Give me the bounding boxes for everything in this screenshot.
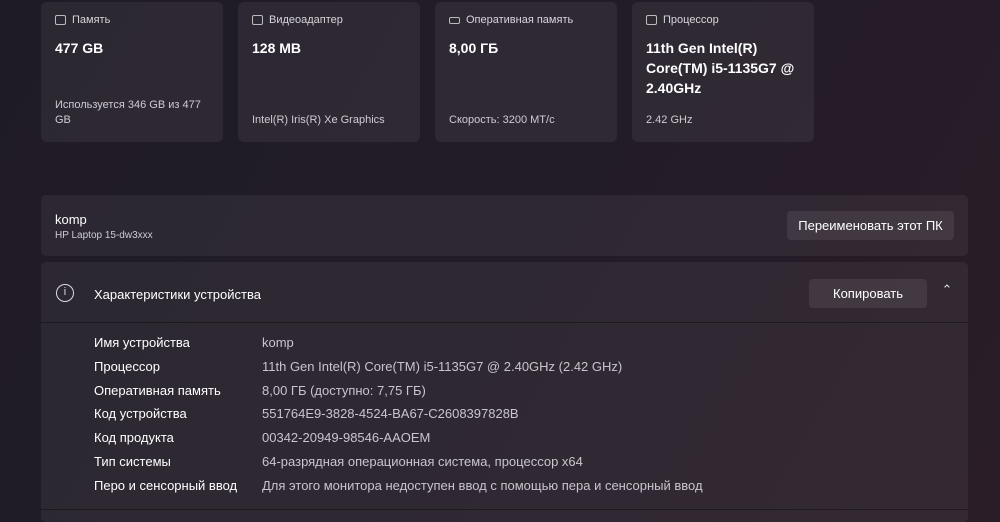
spec-value[interactable]: 00342-20949-98546-AAOEM — [262, 430, 430, 445]
spec-label: Код устройства — [94, 406, 187, 422]
spec-row: Тип системы 64-разрядная операционная сис… — [94, 454, 583, 469]
card-title: Оперативная память — [466, 14, 574, 26]
spec-value[interactable]: 551764E9-3828-4524-BA67-C2608397828B — [262, 406, 519, 421]
device-model: HP Laptop 15-dw3xxx — [55, 230, 153, 241]
spec-row: Оперативная память 8,00 ГБ (доступно: 7,7… — [94, 383, 426, 398]
spec-row: Процессор 11th Gen Intel(R) Core(TM) i5-1… — [94, 359, 622, 374]
spec-label: Код продукта — [94, 430, 174, 446]
spec-label: Перо и сенсорный ввод — [94, 477, 238, 493]
cpu-icon — [646, 15, 657, 25]
spec-row: Имя устройства komp — [94, 335, 294, 350]
ram-icon — [449, 16, 460, 24]
card-value: 11th Gen Intel(R) Core(TM) i5-1135G7 @ 2… — [646, 40, 795, 96]
info-icon: i — [56, 284, 74, 302]
storage-icon — [55, 15, 66, 25]
card-title: Видеоадаптер — [269, 14, 343, 26]
card-subtitle: 2.42 GHz — [646, 114, 693, 126]
spec-value[interactable]: Для этого монитора недоступен ввод с пом… — [262, 478, 703, 493]
card-subtitle: Intel(R) Iris(R) Xe Graphics — [252, 114, 385, 126]
rename-pc-button[interactable]: Переименовать этот ПК — [787, 211, 954, 240]
card-title: Память — [72, 14, 111, 26]
spec-value[interactable]: komp — [262, 335, 294, 350]
card-value: 128 MB — [252, 40, 302, 56]
gpu-card[interactable]: Видеоадаптер 128 MB Intel(R) Iris(R) Xe … — [238, 2, 420, 142]
spec-value[interactable]: 64-разрядная операционная система, проце… — [262, 454, 583, 469]
copy-button[interactable]: Копировать — [809, 279, 927, 308]
spec-label: Оперативная память — [94, 382, 221, 398]
spec-label: Процессор — [94, 358, 160, 374]
card-value: 8,00 ГБ — [449, 40, 499, 56]
spec-row: Код устройства 551764E9-3828-4524-BA67-C2… — [94, 406, 519, 421]
divider — [41, 509, 968, 510]
gpu-icon — [252, 15, 263, 25]
chevron-up-icon[interactable]: ⌃ — [937, 282, 957, 302]
spec-row: Перо и сенсорный ввод Для этого монитора … — [94, 478, 703, 493]
card-subtitle: Скорость: 3200 МТ/с — [449, 114, 555, 126]
card-value: 477 GB — [55, 40, 104, 56]
specs-title: Характеристики устройства — [94, 287, 261, 302]
spec-row: Код продукта 00342-20949-98546-AAOEM — [94, 430, 430, 445]
specs-header[interactable]: i Характеристики устройства Копировать ⌃ — [41, 262, 968, 323]
storage-card[interactable]: Память 477 GB Используется 346 GB из 477… — [41, 2, 223, 142]
spec-label: Имя устройства — [94, 335, 190, 350]
spec-label: Тип системы — [94, 454, 171, 469]
ram-card[interactable]: Оперативная память 8,00 ГБ Скорость: 320… — [435, 2, 617, 142]
spec-value[interactable]: 8,00 ГБ (доступно: 7,75 ГБ) — [262, 383, 426, 398]
card-subtitle: Используется 346 GB из 477 GB — [55, 99, 201, 126]
device-name: komp — [55, 212, 87, 227]
spec-value[interactable]: 11th Gen Intel(R) Core(TM) i5-1135G7 @ 2… — [262, 359, 622, 374]
device-name-panel: komp HP Laptop 15-dw3xxx Переименовать э… — [41, 195, 968, 256]
cpu-card[interactable]: Процессор 11th Gen Intel(R) Core(TM) i5-… — [632, 2, 814, 142]
card-title: Процессор — [663, 14, 719, 26]
